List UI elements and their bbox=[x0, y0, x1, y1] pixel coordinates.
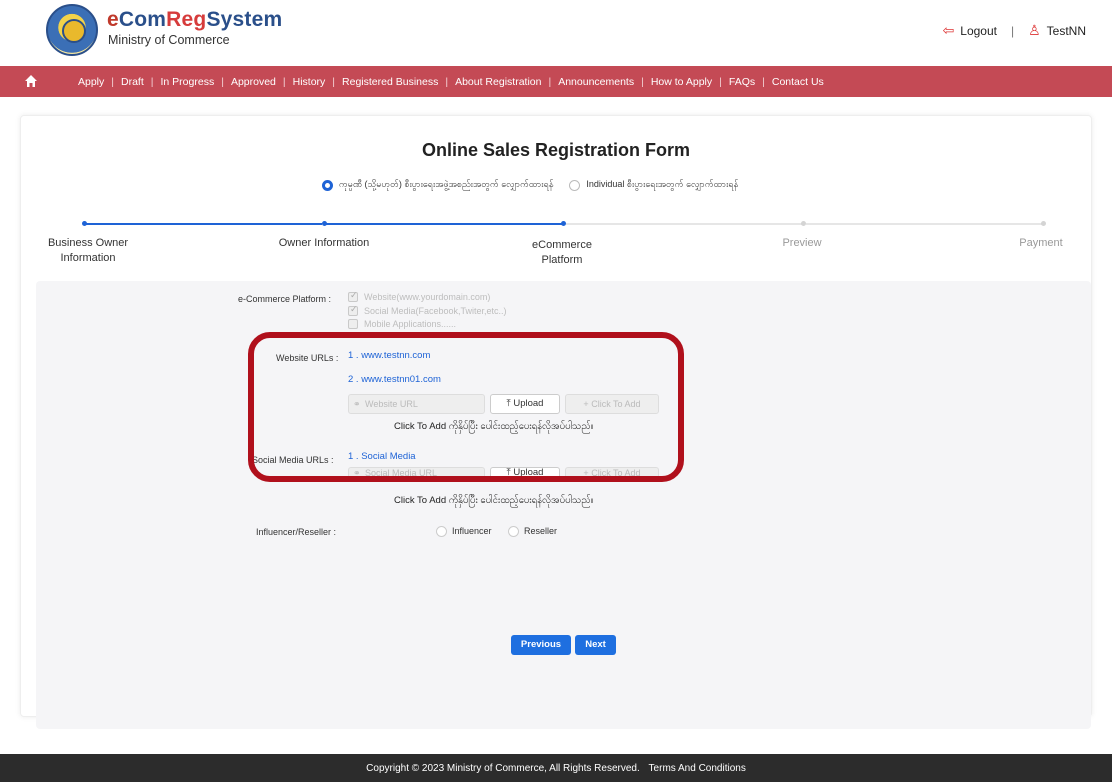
applicant-type-radios: ကုမ္ပဏီ (သို့မဟုတ်) စီးပွားရေးအဖွဲ့အစည်း… bbox=[322, 179, 738, 192]
divider: | bbox=[548, 75, 552, 88]
step-ecommerce-platform: eCommerce Platform bbox=[512, 238, 612, 268]
radio-individual-label: Individual စီးပွားရေးအတွက် လျှောက်ထားရန် bbox=[586, 179, 739, 189]
next-button[interactable]: Next bbox=[575, 635, 616, 655]
step-dot bbox=[561, 221, 566, 226]
checkbox-mobile-app-label: Mobile Applications...... bbox=[364, 319, 457, 329]
divider: | bbox=[1010, 23, 1015, 38]
step-connector bbox=[86, 223, 322, 225]
nav-about-registration[interactable]: About Registration bbox=[455, 76, 541, 88]
brand-part: Com bbox=[118, 8, 167, 31]
step-connector bbox=[806, 223, 1042, 225]
divider: | bbox=[111, 75, 114, 88]
divider: | bbox=[445, 75, 449, 88]
footer: Copyright © 2023 Ministry of Commerce, A… bbox=[0, 754, 1112, 782]
ministry-subtitle: Ministry of Commerce bbox=[108, 33, 230, 47]
checkbox-mobile-app[interactable] bbox=[348, 319, 358, 329]
divider: | bbox=[719, 75, 722, 88]
radio-reseller[interactable] bbox=[508, 526, 519, 537]
nav-contact-us[interactable]: Contact Us bbox=[772, 76, 824, 88]
terms-link[interactable]: Terms And Conditions bbox=[649, 763, 746, 774]
step-preview: Preview bbox=[760, 236, 844, 251]
divider: | bbox=[762, 75, 765, 88]
radio-influencer-label: Influencer bbox=[452, 526, 492, 536]
radio-company-label: ကုမ္ပဏီ (သို့မဟုတ်) စီးပွားရေးအဖွဲ့အစည်း… bbox=[339, 179, 554, 189]
step-connector bbox=[566, 223, 802, 225]
radio-individual[interactable] bbox=[569, 180, 581, 191]
nav-faqs[interactable]: FAQs bbox=[729, 76, 755, 88]
divider: | bbox=[332, 75, 336, 88]
nav-how-to-apply[interactable]: How to Apply bbox=[651, 76, 712, 88]
step-label-line: Payment bbox=[1019, 237, 1063, 249]
nav-in-progress[interactable]: In Progress bbox=[161, 76, 215, 88]
nav-apply[interactable]: Apply bbox=[78, 76, 104, 88]
radio-influencer[interactable] bbox=[436, 526, 447, 537]
nav-draft[interactable]: Draft bbox=[121, 76, 144, 88]
user-icon[interactable]: ♙ bbox=[1028, 22, 1041, 39]
step-label-line: Business Owner bbox=[47, 237, 129, 249]
influencer-reseller-label: Influencer/Reseller : bbox=[256, 527, 337, 537]
step-label-line: Preview bbox=[782, 237, 822, 249]
footer-copyright: Copyright © 2023 Ministry of Commerce, A… bbox=[366, 763, 640, 774]
user-link[interactable]: TestNN bbox=[1047, 24, 1086, 38]
brand-part: e bbox=[107, 8, 119, 31]
step-business-owner: Business Owner Information bbox=[38, 236, 138, 266]
divider: | bbox=[221, 75, 224, 88]
nav-history[interactable]: History bbox=[293, 76, 326, 88]
home-icon[interactable] bbox=[24, 74, 38, 88]
main-nav: Apply | Draft | In Progress | Approved | His… bbox=[0, 66, 1112, 97]
radio-company[interactable] bbox=[322, 180, 333, 191]
previous-button[interactable]: Previous bbox=[511, 635, 571, 655]
step-label-line: Information bbox=[60, 252, 116, 264]
brand-part: System bbox=[206, 8, 283, 31]
page-title: Online Sales Registration Form bbox=[421, 140, 691, 160]
checkbox-website[interactable] bbox=[348, 290, 358, 302]
checkbox-social-media[interactable] bbox=[348, 304, 358, 316]
divider: | bbox=[641, 75, 644, 88]
radio-reseller-label: Reseller bbox=[524, 526, 558, 536]
step-label-line: Platform bbox=[541, 254, 583, 266]
divider: | bbox=[282, 75, 286, 88]
header-actions: ⇦ Logout | ♙ TestNN bbox=[943, 22, 1086, 39]
step-dot bbox=[801, 221, 806, 226]
brand-title[interactable]: eComRegSystem bbox=[107, 8, 282, 32]
step-payment: Payment bbox=[1006, 236, 1076, 251]
highlight-annotation bbox=[248, 332, 684, 482]
step-label-line: eCommerce bbox=[532, 239, 592, 251]
platform-label: e-Commerce Platform : bbox=[238, 294, 332, 304]
ministry-logo-icon bbox=[46, 4, 98, 56]
step-dot bbox=[82, 221, 87, 226]
checkbox-social-media-label: Social Media(Facebook,Twiter,etc..) bbox=[364, 306, 507, 316]
step-connector bbox=[326, 223, 562, 225]
header: eComRegSystem Ministry of Commerce ⇦ Log… bbox=[0, 0, 1112, 64]
step-label-line: Owner Information bbox=[278, 237, 370, 249]
divider: | bbox=[150, 75, 154, 88]
logout-icon[interactable]: ⇦ bbox=[943, 22, 955, 39]
step-dot bbox=[322, 221, 327, 226]
step-dot bbox=[1041, 221, 1046, 226]
brand-part: Reg bbox=[166, 8, 207, 31]
nav-approved[interactable]: Approved bbox=[231, 76, 276, 88]
nav-announcements[interactable]: Announcements bbox=[558, 76, 634, 88]
nav-registered-business[interactable]: Registered Business bbox=[342, 76, 438, 88]
nav-items: Apply | Draft | In Progress | Approved | His… bbox=[78, 66, 824, 97]
step-owner-information: Owner Information bbox=[268, 236, 380, 251]
social-hint: Click To Add ကိုနှိပ်ပြီး ပေါင်းထည့်ပေးရ… bbox=[394, 495, 594, 506]
checkbox-website-label: Website(www.yourdomain.com) bbox=[364, 292, 491, 302]
logout-link[interactable]: Logout bbox=[960, 24, 997, 38]
